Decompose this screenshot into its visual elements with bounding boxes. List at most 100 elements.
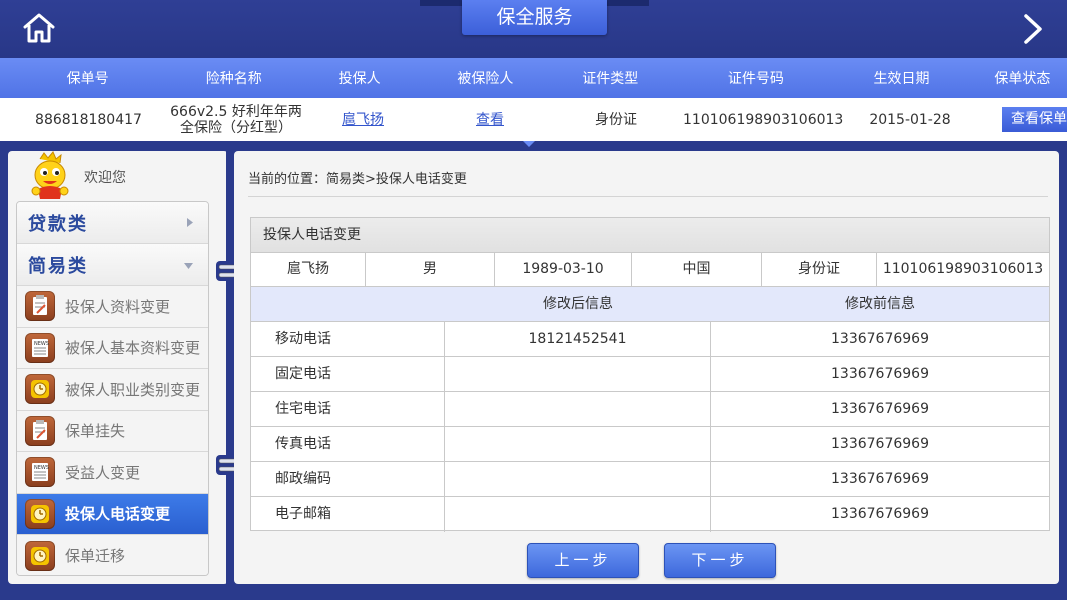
clock-icon — [25, 498, 55, 529]
clock-icon — [25, 374, 55, 405]
clock-icon — [25, 540, 55, 571]
sidebar-item-label: 保单迁移 — [65, 547, 126, 566]
svg-text:NEWS: NEWS — [34, 341, 49, 347]
top-bar: 保全服务 — [0, 0, 1067, 58]
sidebar-item-occupation[interactable]: 被保人职业类别变更 — [17, 369, 208, 411]
triangle-down-icon — [184, 263, 193, 269]
news-icon: NEWS — [25, 332, 55, 363]
sidebar-item-insured-info[interactable]: NEWS 被保人基本资料变更 — [17, 327, 208, 369]
applicant-link[interactable]: 扈飞扬 — [342, 112, 384, 128]
column-header: 证件号码 — [727, 71, 784, 87]
field-after-value[interactable] — [445, 427, 711, 461]
product-name: 666v2.5 好利年年两 全保险（分红型） — [170, 104, 302, 136]
applicant-birthdate: 1989-03-10 — [495, 253, 632, 286]
menu: 贷款类 简易类 投保人资料变更 NEWS 被保人基本资料变更 被保人职业类别变更… — [16, 201, 209, 576]
title-tab-flank-left — [420, 0, 462, 6]
sidebar-item-policy-loss[interactable]: 保单挂失 — [17, 410, 208, 452]
field-label: 传真电话 — [251, 427, 445, 461]
id-number: 110106198903106013 — [683, 111, 844, 128]
sidebar-item-policy-migration[interactable]: 保单迁移 — [17, 535, 208, 575]
news-icon: NEWS — [25, 457, 55, 488]
field-label: 固定电话 — [251, 357, 445, 391]
chevron-right-icon — [1024, 14, 1042, 44]
column-header: 证件类型 — [582, 71, 639, 87]
category-loan[interactable]: 贷款类 — [17, 202, 208, 244]
after-header: 修改后信息 — [543, 296, 613, 312]
home-icon — [23, 13, 55, 43]
field-before-value: 13367676969 — [831, 366, 929, 382]
field-before-value: 13367676969 — [831, 436, 929, 452]
effective-date: 2015-01-28 — [869, 111, 951, 128]
id-type: 身份证 — [595, 111, 637, 128]
field-before-value: 13367676969 — [831, 401, 929, 417]
column-header: 险种名称 — [205, 71, 262, 87]
next-step-button[interactable]: 下一步 — [664, 543, 776, 578]
policy-number: 886818180417 — [35, 111, 142, 128]
table-row: 住宅电话 13367676969 — [251, 392, 1049, 427]
panel-spine — [226, 151, 230, 584]
phone-change-form: 投保人电话变更 扈飞扬 男 1989-03-10 中国 身份证 11010619… — [250, 217, 1050, 532]
column-header: 投保人 — [338, 71, 381, 87]
field-after-value[interactable]: 18121452541 — [445, 322, 711, 356]
page-title: 保全服务 — [462, 0, 607, 35]
field-label: 移动电话 — [251, 322, 445, 356]
sidebar-item-label: 受益人变更 — [65, 463, 141, 482]
policy-table-header: 保单号 险种名称 投保人 被保险人 证件类型 证件号码 生效日期 保单状态 — [0, 58, 1067, 98]
table-row: 固定电话 13367676969 — [251, 357, 1049, 392]
column-header: 保单号 — [66, 71, 109, 87]
mascot-icon — [31, 151, 69, 199]
insured-cell: 查看 — [431, 112, 549, 128]
table-row: 移动电话 18121452541 13367676969 — [251, 322, 1049, 357]
field-after-value[interactable] — [445, 462, 711, 496]
category-simple[interactable]: 简易类 — [17, 244, 208, 286]
sidebar-item-applicant-info[interactable]: 投保人资料变更 — [17, 286, 208, 328]
before-header: 修改前信息 — [845, 296, 915, 312]
welcome-row: 欢迎您 — [26, 151, 126, 201]
applicant-name: 扈飞扬 — [251, 253, 366, 286]
column-header: 保单状态 — [994, 71, 1051, 87]
field-label: 邮政编码 — [251, 462, 445, 496]
field-before-value: 13367676969 — [831, 331, 929, 347]
table-row: 传真电话 13367676969 — [251, 427, 1049, 462]
title-tab-flank-right — [607, 0, 649, 6]
breadcrumb: 当前的位置：简易类>投保人电话变更 — [248, 172, 467, 187]
sidebar-item-label: 被保人职业类别变更 — [65, 380, 201, 399]
sidebar-item-label: 被保人基本资料变更 — [65, 339, 201, 358]
column-header: 生效日期 — [873, 71, 930, 87]
header-pointer — [523, 141, 535, 147]
applicant-id-type: 身份证 — [762, 253, 877, 286]
sidebar-item-phone-change[interactable]: 投保人电话变更 — [17, 493, 208, 535]
field-label: 电子邮箱 — [251, 497, 445, 532]
field-label: 住宅电话 — [251, 392, 445, 426]
home-button[interactable] — [22, 12, 56, 44]
field-after-value[interactable] — [445, 392, 711, 426]
svg-text:NEWS: NEWS — [34, 465, 49, 471]
clipboard-icon — [25, 415, 55, 446]
applicant-gender: 男 — [366, 253, 495, 286]
next-page-button[interactable] — [1018, 12, 1048, 46]
applicant-info-row: 扈飞扬 男 1989-03-10 中国 身份证 1101061989031060… — [251, 253, 1049, 287]
product-name-line1: 666v2.5 好利年年两 — [170, 103, 302, 120]
applicant-id-number: 110106198903106013 — [882, 261, 1044, 277]
applicant-cell: 扈飞扬 — [295, 112, 431, 128]
main-panel: 当前的位置：简易类>投保人电话变更 投保人电话变更 扈飞扬 男 1989-03-… — [234, 151, 1059, 584]
compare-header: 修改后信息 修改前信息 — [251, 287, 1049, 322]
field-before-value: 13367676969 — [831, 506, 929, 522]
field-before-value: 13367676969 — [831, 471, 929, 487]
sidebar-item-label: 投保人资料变更 — [65, 297, 171, 316]
sidebar: 欢迎您 贷款类 简易类 投保人资料变更 NEWS 被保人基本资料变更 被保人职业… — [8, 151, 228, 584]
form-title: 投保人电话变更 — [251, 218, 1049, 253]
field-after-value[interactable] — [445, 357, 711, 391]
table-row: 电子邮箱 13367676969 — [251, 497, 1049, 532]
previous-step-button[interactable]: 上一步 — [527, 543, 639, 578]
triangle-right-icon — [187, 218, 193, 227]
sidebar-item-label: 保单挂失 — [65, 422, 126, 441]
product-name-line2: 全保险（分红型） — [180, 119, 292, 136]
policy-table-row: 886818180417 666v2.5 好利年年两 全保险（分红型） 扈飞扬 … — [0, 98, 1067, 141]
table-row: 邮政编码 13367676969 — [251, 462, 1049, 497]
sidebar-item-beneficiary[interactable]: NEWS 受益人变更 — [17, 452, 208, 494]
clipboard-icon — [25, 291, 55, 322]
insured-view-link[interactable]: 查看 — [476, 112, 504, 128]
field-after-value[interactable] — [445, 497, 711, 532]
view-policy-button[interactable]: 查看保单 — [1002, 107, 1067, 132]
